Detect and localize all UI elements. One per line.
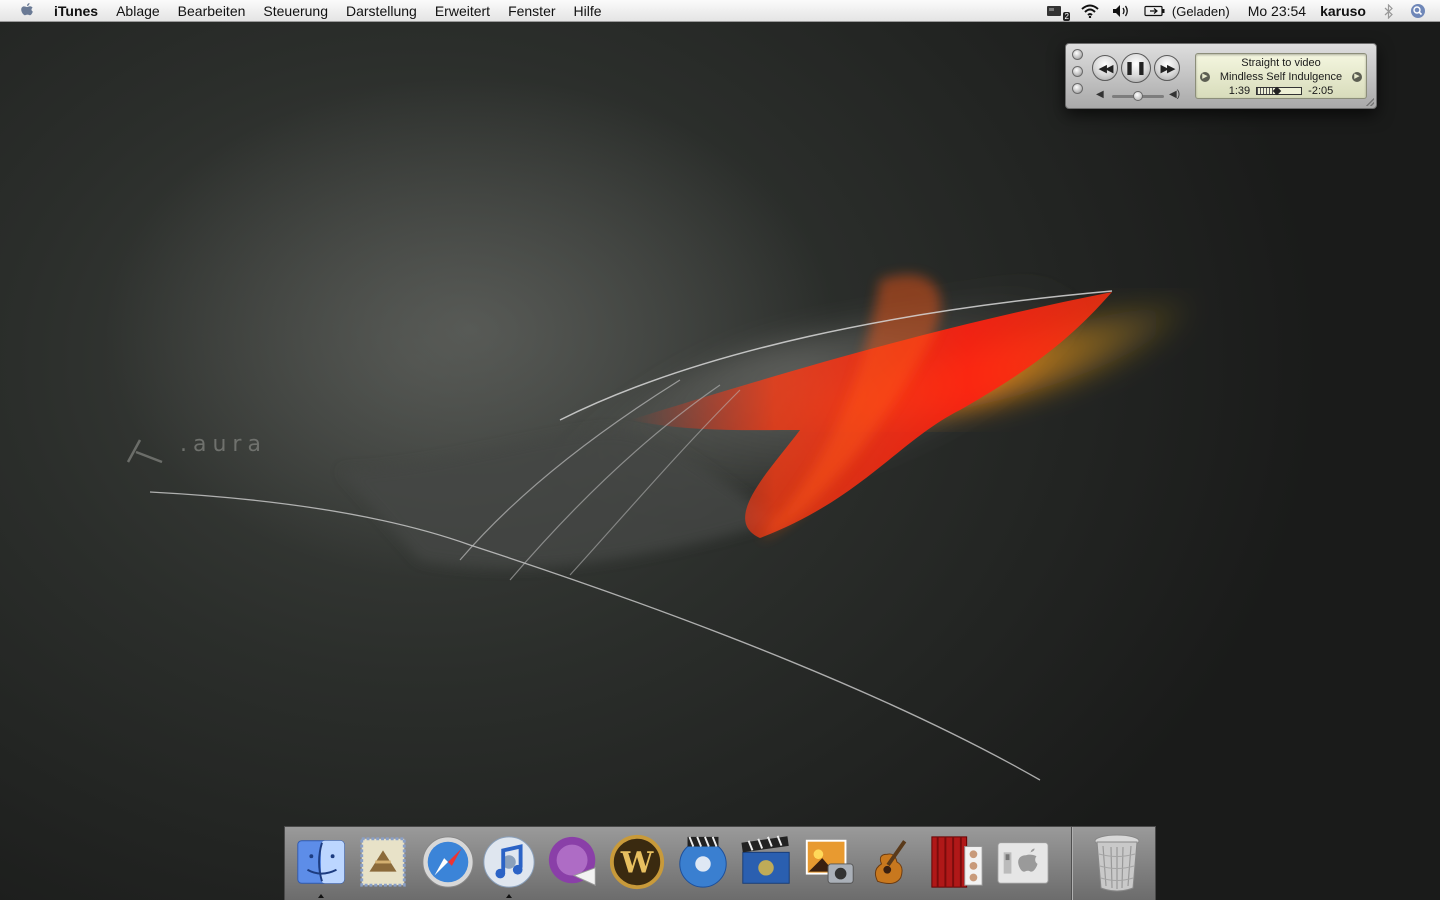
safari-icon — [422, 836, 474, 888]
bluetooth-icon — [1384, 3, 1393, 19]
song-title: Straight to video — [1241, 57, 1321, 69]
spaces-badge: 2 — [1063, 12, 1070, 21]
menu-darstellung[interactable]: Darstellung — [337, 0, 426, 22]
desktop[interactable]: .aura — [0, 0, 1440, 900]
dock-item-trash[interactable] — [1087, 832, 1147, 892]
dock-item-safari[interactable] — [418, 832, 478, 892]
dock: W — [284, 826, 1156, 900]
clock: Mo 23:54 — [1247, 3, 1307, 19]
itunes-icon — [483, 836, 535, 888]
menu-steuerung[interactable]: Steuerung — [254, 0, 337, 22]
dock-item-iphoto[interactable] — [800, 832, 860, 892]
apple-icon — [21, 2, 33, 15]
artist-name: Mindless Self Indulgence — [1219, 71, 1343, 83]
wifi-icon — [1081, 4, 1099, 18]
fast-forward-icon: ▶▶ — [1160, 62, 1176, 75]
dock-item-itunes[interactable] — [479, 832, 539, 898]
running-indicator — [506, 894, 512, 898]
dock-item-dvd-player[interactable] — [673, 832, 733, 892]
ichat-icon — [548, 836, 596, 886]
user-name: karuso — [1320, 3, 1366, 19]
volume-high-icon: ◀) — [1169, 89, 1181, 100]
mail-icon — [360, 837, 406, 887]
apple-menu[interactable] — [0, 0, 54, 22]
remaining-time: -2:05 — [1308, 85, 1334, 97]
spotlight-icon — [1411, 4, 1425, 18]
dock-item-imovie[interactable] — [736, 832, 796, 892]
clock-menu-extra[interactable]: Mo 23:54 — [1236, 0, 1314, 22]
pause-icon: ❚❚ — [1124, 60, 1148, 75]
speaker-icon — [1112, 5, 1128, 17]
trash-icon — [1094, 834, 1140, 892]
rewind-icon: ◀◀ — [1098, 62, 1114, 75]
next-track-button[interactable]: ▶▶ — [1154, 55, 1180, 81]
menu-bar: iTunes Ablage Bearbeiten Steuerung Darst… — [0, 0, 1440, 22]
menu-erweitert[interactable]: Erweitert — [426, 0, 499, 22]
wifi-menu-extra[interactable] — [1074, 0, 1106, 22]
play-pause-button[interactable]: ❚❚ — [1121, 53, 1151, 83]
battery-status: (Geladen) — [1171, 3, 1230, 19]
iphoto-icon — [805, 839, 854, 884]
close-button[interactable] — [1072, 49, 1083, 60]
menu-ablage[interactable]: Ablage — [107, 0, 169, 22]
elapsed-time: 1:39 — [1228, 85, 1251, 97]
dock-item-photo-booth[interactable] — [927, 832, 987, 892]
volume-low-icon: ◀ — [1096, 89, 1104, 100]
svg-text:W: W — [620, 846, 654, 880]
artist-right-arrow-icon[interactable]: ▶ — [1351, 72, 1362, 82]
resize-grip[interactable] — [1366, 98, 1374, 106]
volume-slider[interactable] — [1112, 91, 1164, 101]
dock-item-finder[interactable] — [291, 832, 351, 898]
itunes-mini-player[interactable]: ◀◀ ❚❚ ▶▶ ◀ ◀) Straight to video ▶ Mindle… — [1065, 43, 1377, 109]
minimize-button[interactable] — [1072, 66, 1083, 77]
dock-item-mail[interactable] — [353, 832, 413, 892]
wallpaper-brand-text: .aura — [180, 432, 267, 457]
system-preferences-icon — [997, 842, 1049, 884]
song-progress-bar[interactable] — [1256, 86, 1303, 96]
bluetooth-menu-extra[interactable] — [1378, 0, 1404, 22]
garageband-icon — [874, 840, 907, 884]
dock-divider — [1071, 827, 1073, 900]
spaces-icon — [1046, 6, 1061, 16]
battery-menu-extra[interactable]: (Geladen) — [1138, 0, 1236, 22]
menu-app-itunes[interactable]: iTunes — [54, 0, 107, 22]
battery-icon — [1144, 5, 1165, 17]
menu-fenster[interactable]: Fenster — [499, 0, 564, 22]
zoom-button[interactable] — [1072, 83, 1083, 94]
dvd-player-icon — [679, 836, 727, 888]
previous-track-button[interactable]: ◀◀ — [1092, 55, 1118, 81]
now-playing-display[interactable]: Straight to video ▶ Mindless Self Indulg… — [1195, 53, 1367, 99]
volume-menu-extra[interactable] — [1106, 0, 1138, 22]
warcraft-icon: W — [609, 834, 665, 890]
dock-item-world-of-warcraft[interactable]: W — [607, 832, 667, 892]
volume-slider-knob[interactable] — [1133, 91, 1143, 101]
photo-booth-icon — [931, 836, 983, 888]
menu-hilfe[interactable]: Hilfe — [565, 0, 611, 22]
dock-item-ichat[interactable] — [544, 832, 604, 892]
dock-item-system-preferences[interactable] — [993, 832, 1053, 892]
spotlight-menu-extra[interactable] — [1404, 0, 1440, 22]
finder-icon — [297, 840, 345, 884]
artist-left-arrow-icon[interactable]: ▶ — [1200, 72, 1210, 82]
imovie-icon — [741, 835, 790, 884]
dock-item-garageband[interactable] — [865, 832, 925, 892]
user-menu[interactable]: karuso — [1314, 0, 1378, 22]
spaces-menu-extra[interactable]: 2 — [1040, 0, 1074, 22]
menu-bearbeiten[interactable]: Bearbeiten — [169, 0, 255, 22]
running-indicator — [318, 894, 324, 898]
